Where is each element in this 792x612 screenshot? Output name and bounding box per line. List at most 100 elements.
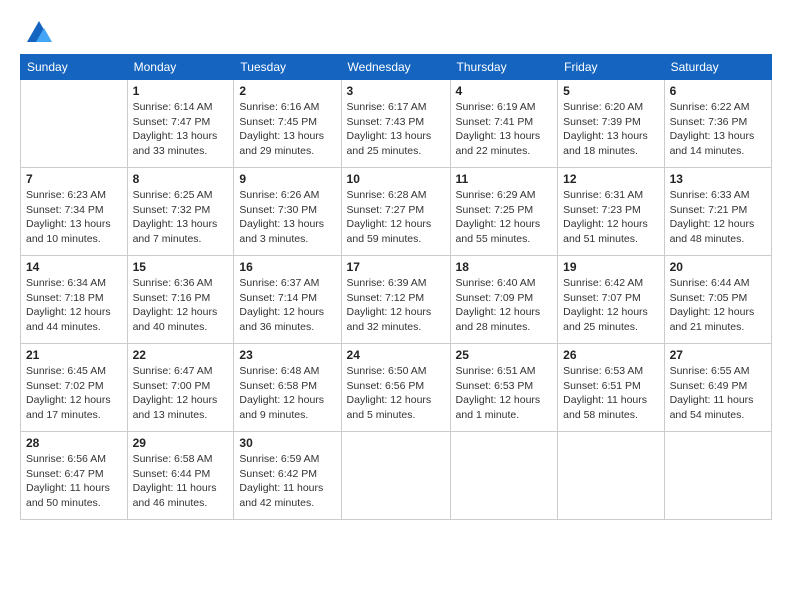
calendar-cell: 11 Sunrise: 6:29 AM Sunset: 7:25 PM Dayli… (450, 168, 558, 256)
day-number: 13 (670, 172, 766, 186)
day-number: 16 (239, 260, 335, 274)
calendar-cell: 12 Sunrise: 6:31 AM Sunset: 7:23 PM Dayli… (558, 168, 664, 256)
calendar-cell: 23 Sunrise: 6:48 AM Sunset: 6:58 PM Dayli… (234, 344, 341, 432)
calendar-cell (341, 432, 450, 520)
calendar-cell: 21 Sunrise: 6:45 AM Sunset: 7:02 PM Dayli… (21, 344, 128, 432)
day-info: Sunrise: 6:39 AM Sunset: 7:12 PM Dayligh… (347, 276, 445, 335)
day-number: 3 (347, 84, 445, 98)
calendar-cell: 18 Sunrise: 6:40 AM Sunset: 7:09 PM Dayli… (450, 256, 558, 344)
day-number: 14 (26, 260, 122, 274)
calendar-cell: 19 Sunrise: 6:42 AM Sunset: 7:07 PM Dayli… (558, 256, 664, 344)
day-number: 4 (456, 84, 553, 98)
day-number: 5 (563, 84, 658, 98)
logo (20, 18, 54, 44)
day-info: Sunrise: 6:59 AM Sunset: 6:42 PM Dayligh… (239, 452, 335, 511)
day-info: Sunrise: 6:55 AM Sunset: 6:49 PM Dayligh… (670, 364, 766, 423)
day-number: 6 (670, 84, 766, 98)
day-number: 9 (239, 172, 335, 186)
day-info: Sunrise: 6:22 AM Sunset: 7:36 PM Dayligh… (670, 100, 766, 159)
day-info: Sunrise: 6:31 AM Sunset: 7:23 PM Dayligh… (563, 188, 658, 247)
calendar-cell: 20 Sunrise: 6:44 AM Sunset: 7:05 PM Dayli… (664, 256, 771, 344)
day-info: Sunrise: 6:36 AM Sunset: 7:16 PM Dayligh… (133, 276, 229, 335)
day-number: 25 (456, 348, 553, 362)
calendar-cell: 29 Sunrise: 6:58 AM Sunset: 6:44 PM Dayli… (127, 432, 234, 520)
day-number: 27 (670, 348, 766, 362)
calendar-cell: 5 Sunrise: 6:20 AM Sunset: 7:39 PM Daylig… (558, 80, 664, 168)
day-info: Sunrise: 6:37 AM Sunset: 7:14 PM Dayligh… (239, 276, 335, 335)
calendar-cell: 4Sunrise: 6:19 AM Sunset: 7:41 PM Daylig… (450, 80, 558, 168)
day-info: Sunrise: 6:14 AM Sunset: 7:47 PM Dayligh… (133, 100, 229, 159)
day-info: Sunrise: 6:53 AM Sunset: 6:51 PM Dayligh… (563, 364, 658, 423)
calendar-cell: 22 Sunrise: 6:47 AM Sunset: 7:00 PM Dayli… (127, 344, 234, 432)
day-info: Sunrise: 6:50 AM Sunset: 6:56 PM Dayligh… (347, 364, 445, 423)
calendar-cell: 17 Sunrise: 6:39 AM Sunset: 7:12 PM Dayli… (341, 256, 450, 344)
day-number: 29 (133, 436, 229, 450)
day-number: 18 (456, 260, 553, 274)
calendar-cell: 30 Sunrise: 6:59 AM Sunset: 6:42 PM Dayli… (234, 432, 341, 520)
calendar-cell: 8 Sunrise: 6:25 AM Sunset: 7:32 PM Daylig… (127, 168, 234, 256)
day-number: 1 (133, 84, 229, 98)
day-info: Sunrise: 6:25 AM Sunset: 7:32 PM Dayligh… (133, 188, 229, 247)
calendar: SundayMondayTuesdayWednesdayThursdayFrid… (20, 54, 772, 520)
day-info: Sunrise: 6:42 AM Sunset: 7:07 PM Dayligh… (563, 276, 658, 335)
weekday-header-wednesday: Wednesday (341, 55, 450, 80)
weekday-header-friday: Friday (558, 55, 664, 80)
day-number: 15 (133, 260, 229, 274)
calendar-cell: 7 Sunrise: 6:23 AM Sunset: 7:34 PM Daylig… (21, 168, 128, 256)
calendar-cell: 15 Sunrise: 6:36 AM Sunset: 7:16 PM Dayli… (127, 256, 234, 344)
day-number: 17 (347, 260, 445, 274)
weekday-header-sunday: Sunday (21, 55, 128, 80)
day-info: Sunrise: 6:23 AM Sunset: 7:34 PM Dayligh… (26, 188, 122, 247)
logo-icon (24, 18, 54, 48)
day-number: 19 (563, 260, 658, 274)
calendar-cell (21, 80, 128, 168)
day-info: Sunrise: 6:16 AM Sunset: 7:45 PM Dayligh… (239, 100, 335, 159)
weekday-header-saturday: Saturday (664, 55, 771, 80)
calendar-cell: 3 Sunrise: 6:17 AM Sunset: 7:43 PM Daylig… (341, 80, 450, 168)
calendar-cell (558, 432, 664, 520)
day-number: 12 (563, 172, 658, 186)
day-number: 30 (239, 436, 335, 450)
calendar-cell: 28Sunrise: 6:56 AM Sunset: 6:47 PM Dayli… (21, 432, 128, 520)
calendar-cell: 24 Sunrise: 6:50 AM Sunset: 6:56 PM Dayli… (341, 344, 450, 432)
calendar-cell: 27 Sunrise: 6:55 AM Sunset: 6:49 PM Dayli… (664, 344, 771, 432)
day-info: Sunrise: 6:45 AM Sunset: 7:02 PM Dayligh… (26, 364, 122, 423)
day-info: Sunrise: 6:34 AM Sunset: 7:18 PM Dayligh… (26, 276, 122, 335)
day-number: 8 (133, 172, 229, 186)
day-info: Sunrise: 6:29 AM Sunset: 7:25 PM Dayligh… (456, 188, 553, 247)
day-info: Sunrise: 6:28 AM Sunset: 7:27 PM Dayligh… (347, 188, 445, 247)
day-number: 10 (347, 172, 445, 186)
day-info: Sunrise: 6:17 AM Sunset: 7:43 PM Dayligh… (347, 100, 445, 159)
weekday-header-monday: Monday (127, 55, 234, 80)
day-info: Sunrise: 6:56 AM Sunset: 6:47 PM Dayligh… (26, 452, 122, 511)
calendar-cell (664, 432, 771, 520)
day-number: 22 (133, 348, 229, 362)
day-number: 26 (563, 348, 658, 362)
calendar-cell: 13 Sunrise: 6:33 AM Sunset: 7:21 PM Dayli… (664, 168, 771, 256)
day-info: Sunrise: 6:51 AM Sunset: 6:53 PM Dayligh… (456, 364, 553, 423)
weekday-header-tuesday: Tuesday (234, 55, 341, 80)
calendar-cell: 10 Sunrise: 6:28 AM Sunset: 7:27 PM Dayli… (341, 168, 450, 256)
calendar-cell: 16 Sunrise: 6:37 AM Sunset: 7:14 PM Dayli… (234, 256, 341, 344)
day-info: Sunrise: 6:26 AM Sunset: 7:30 PM Dayligh… (239, 188, 335, 247)
calendar-cell: 2 Sunrise: 6:16 AM Sunset: 7:45 PM Daylig… (234, 80, 341, 168)
day-number: 7 (26, 172, 122, 186)
calendar-cell: 14 Sunrise: 6:34 AM Sunset: 7:18 PM Dayli… (21, 256, 128, 344)
day-number: 21 (26, 348, 122, 362)
day-info: Sunrise: 6:58 AM Sunset: 6:44 PM Dayligh… (133, 452, 229, 511)
day-number: 2 (239, 84, 335, 98)
calendar-cell: 26 Sunrise: 6:53 AM Sunset: 6:51 PM Dayli… (558, 344, 664, 432)
day-number: 23 (239, 348, 335, 362)
day-info: Sunrise: 6:47 AM Sunset: 7:00 PM Dayligh… (133, 364, 229, 423)
day-info: Sunrise: 6:48 AM Sunset: 6:58 PM Dayligh… (239, 364, 335, 423)
day-number: 20 (670, 260, 766, 274)
weekday-header-thursday: Thursday (450, 55, 558, 80)
day-number: 11 (456, 172, 553, 186)
day-info: Sunrise: 6:20 AM Sunset: 7:39 PM Dayligh… (563, 100, 658, 159)
calendar-cell: 9 Sunrise: 6:26 AM Sunset: 7:30 PM Daylig… (234, 168, 341, 256)
day-number: 24 (347, 348, 445, 362)
day-info: Sunrise: 6:33 AM Sunset: 7:21 PM Dayligh… (670, 188, 766, 247)
day-info: Sunrise: 6:44 AM Sunset: 7:05 PM Dayligh… (670, 276, 766, 335)
calendar-cell: 25 Sunrise: 6:51 AM Sunset: 6:53 PM Dayli… (450, 344, 558, 432)
day-info: Sunrise: 6:40 AM Sunset: 7:09 PM Dayligh… (456, 276, 553, 335)
